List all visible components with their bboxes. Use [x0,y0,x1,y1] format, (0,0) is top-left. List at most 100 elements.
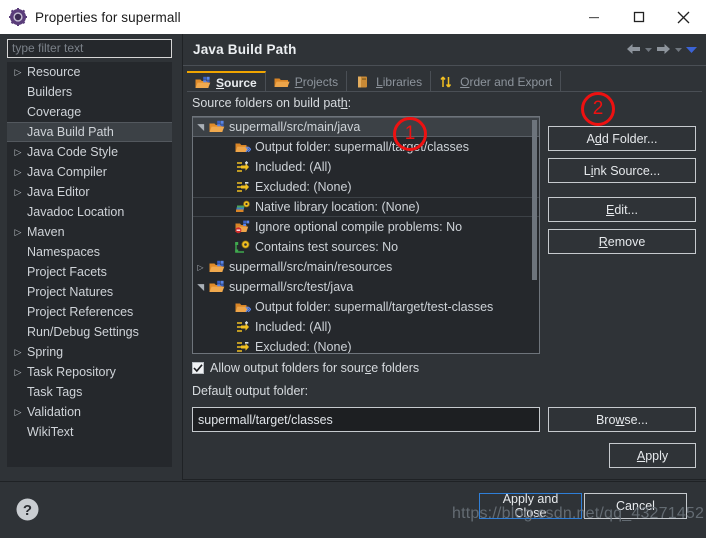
sidebar-item-label: Spring [27,345,64,359]
default-output-folder-input[interactable] [192,407,540,432]
sidebar-item-run-debug-settings[interactable]: ▷Run/Debug Settings [7,322,172,342]
tab-libraries[interactable]: Libraries [347,71,432,92]
chevron-right-icon[interactable]: ▷ [11,67,25,77]
build-path-tab-bar[interactable]: Source Projects Libraries Order and Export [187,71,702,92]
arrow-right-icon[interactable] [655,42,672,56]
default-output-folder-label: Default output folder: [192,384,309,398]
sidebar-item-task-tags[interactable]: ▷Task Tags [7,382,172,402]
eclipse-properties-icon [9,8,27,26]
cancel-label: Cancel [616,499,655,513]
source-tree-row[interactable]: ▷Excluded: (None) [193,337,539,353]
sidebar-item-java-editor[interactable]: ▷ Java Editor [7,182,172,202]
cancel-button[interactable]: Cancel [584,493,687,519]
chevron-right-icon[interactable]: ▷ [11,167,25,177]
chevron-right-icon[interactable]: ▷ [11,347,25,357]
source-tree-row[interactable]: ▷Output folder: supermall/target/test-cl… [193,297,539,317]
sidebar-item-spring[interactable]: ▷ Spring [7,342,172,362]
sidebar-item-coverage[interactable]: ▷Coverage [7,102,172,122]
remove-button[interactable]: Remove [548,229,696,254]
back-history-chevron-down-icon[interactable] [644,45,653,54]
panel-nav-icons [625,34,698,64]
browse-label: Browse... [595,412,649,427]
source-tree-row[interactable]: ▷Output folder: supermall/target/classes [193,137,539,157]
sidebar-item-label: Resource [27,65,81,79]
source-tree-row-label: Contains test sources: No [255,240,399,254]
sidebar-item-wikitext[interactable]: ▷WikiText [7,422,172,442]
chevron-right-icon[interactable]: ▷ [11,187,25,197]
page-title: Java Build Path [193,41,297,57]
source-tree-row[interactable]: ▷Included: (All) [193,157,539,177]
source-tree-row-label: Ignore optional compile problems: No [255,220,463,234]
source-tree-row[interactable]: ▷Contains test sources: No [193,237,539,257]
tab-order-and-export[interactable]: Order and Export [431,71,562,92]
chevron-right-icon[interactable]: ▷ [11,147,25,157]
source-tree-row[interactable]: ▷Included: (All) [193,317,539,337]
chevron-right-icon[interactable]: ▷ [11,367,25,377]
source-folder-icon [208,280,226,294]
chevron-right-icon[interactable]: ▷ [193,263,208,272]
maximize-button[interactable] [616,0,661,34]
tab-source[interactable]: Source [187,71,266,92]
source-folder-icon [195,76,211,90]
filter-field-wrapper[interactable] [7,39,172,58]
source-tree-row-label: Included: (All) [255,160,332,174]
sidebar-item-builders[interactable]: ▷Builders [7,82,172,102]
source-tree-row[interactable]: ▷Native library location: (None) [193,197,539,217]
sidebar-item-java-build-path[interactable]: ▷Java Build Path [7,122,172,142]
sidebar-item-project-facets[interactable]: ▷Project Facets [7,262,172,282]
tab-projects[interactable]: Projects [266,71,348,92]
sidebar-item-label: Javadoc Location [27,205,125,219]
source-tree-row-label: Output folder: supermall/target/classes [255,140,469,154]
source-tree-row[interactable]: ▷ supermall/src/main/resources [193,257,539,277]
close-button[interactable] [661,0,706,34]
sidebar-item-task-repository[interactable]: ▷ Task Repository [7,362,172,382]
included-icon [234,320,252,334]
source-folders-tree[interactable]: ◢supermall/src/main/java▷Output folder: … [192,116,540,354]
source-folders-caption: Source folders on build path: [192,96,351,110]
source-tree-row[interactable]: ◢ supermall/src/test/java [193,277,539,297]
sidebar-item-javadoc-location[interactable]: ▷Javadoc Location [7,202,172,222]
sidebar-item-maven[interactable]: ▷ Maven [7,222,172,242]
scrollbar-thumb[interactable] [532,120,537,280]
sidebar-item-label: Java Editor [27,185,90,199]
chevron-right-icon[interactable]: ▷ [11,407,25,417]
sidebar-item-java-code-style[interactable]: ▷ Java Code Style [7,142,172,162]
tab-label: Order and Export [460,74,553,89]
edit-button[interactable]: Edit... [548,197,696,222]
apply-label: Apply [636,448,669,463]
sidebar-item-project-references[interactable]: ▷Project References [7,302,172,322]
help-question-icon[interactable]: ? [15,497,40,522]
chevron-right-icon[interactable]: ▷ [11,227,25,237]
sidebar-item-validation[interactable]: ▷ Validation [7,402,172,422]
tab-label: Libraries [376,74,423,89]
minimize-button[interactable] [571,0,616,34]
source-tree-row[interactable]: ◢ supermall/src/main/java [193,117,539,137]
tab-label: Source [216,75,257,90]
sidebar-item-resource[interactable]: ▷ Resource [7,62,172,82]
properties-dialog: Properties for supermall ▷Resource▷Build… [0,0,706,538]
forward-history-chevron-down-icon[interactable] [674,45,683,54]
sidebar-item-label: Namespaces [27,245,100,259]
source-tree-row[interactable]: ▷Excluded: (None) [193,177,539,197]
allow-output-folders-checkbox[interactable] [192,362,204,374]
apply-and-close-button[interactable]: Apply and Close [479,492,582,520]
source-folders-caption-text: Source folders on build path: [192,96,352,110]
sidebar-item-namespaces[interactable]: ▷Namespaces [7,242,172,262]
apply-button[interactable]: Apply [609,443,696,468]
view-menu-chevron-down-blue-icon[interactable] [685,44,698,55]
chevron-down-icon[interactable]: ◢ [195,120,206,135]
tab-label: Projects [294,74,339,89]
chevron-down-icon[interactable]: ◢ [195,280,206,295]
search-input[interactable] [8,40,171,57]
included-icon [234,160,252,174]
sidebar-item-java-compiler[interactable]: ▷ Java Compiler [7,162,172,182]
sidebar-item-project-natures[interactable]: ▷Project Natures [7,282,172,302]
browse-button[interactable]: Browse... [548,407,696,432]
source-tree-row[interactable]: ▷Ignore optional compile problems: No [193,217,539,237]
add-folder-button[interactable]: Add Folder... [548,126,696,151]
allow-output-folders-row[interactable]: Allow output folders for source folders [192,361,419,375]
sidebar-item-label: Task Tags [27,385,83,399]
settings-category-tree[interactable]: ▷Resource▷Builders▷Coverage▷Java Build P… [7,62,172,467]
arrow-left-icon[interactable] [625,42,642,56]
link-source-button[interactable]: Link Source... [548,158,696,183]
